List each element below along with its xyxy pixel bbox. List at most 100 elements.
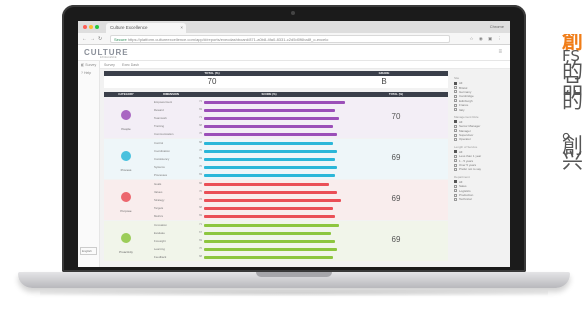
laptop-screen: Culture Excellence × Chrome ← → ↻ Secure… — [78, 21, 510, 267]
minimize-window-icon[interactable] — [89, 25, 93, 29]
score-row: 68 — [194, 122, 344, 130]
filter-checkbox[interactable] — [454, 137, 457, 141]
score-value: 70 — [199, 165, 202, 168]
score-bar — [204, 206, 334, 210]
score-bar — [204, 116, 339, 120]
dimension-label: Empowerment — [154, 100, 173, 104]
category-total-value: 70 — [391, 112, 401, 121]
filter-option-label: Germany — [459, 89, 472, 94]
browser-tab[interactable]: Culture Excellence × — [106, 23, 186, 33]
url-input[interactable]: Secure https://platform.cultureexcellenc… — [110, 35, 450, 43]
filter-checkbox[interactable] — [454, 124, 457, 128]
filter-option-label: Edinburgh — [459, 98, 473, 103]
score-bar — [204, 255, 334, 259]
score-bar — [204, 182, 330, 186]
filter-checkbox[interactable] — [454, 90, 457, 94]
score-bars: 68 70 69 70 69 — [194, 139, 344, 179]
score-value: 70 — [199, 190, 202, 193]
filter-option-label: All — [459, 119, 463, 124]
filter-checkbox[interactable] — [454, 159, 457, 163]
filter-checkbox[interactable] — [454, 120, 457, 124]
filter-checkbox[interactable] — [454, 129, 457, 133]
filter-checkbox[interactable] — [454, 81, 457, 85]
score-row: 69 — [194, 106, 344, 114]
extension-icons[interactable]: ☆ ◉ ▣ ⋮ — [470, 36, 504, 42]
col-dimension: DIMENSION — [163, 92, 179, 96]
filter-checkbox[interactable] — [454, 180, 457, 184]
filter-checkbox[interactable] — [454, 133, 457, 137]
score-row: 70 — [194, 163, 344, 171]
category-name: Purpose — [120, 209, 132, 213]
reload-icon[interactable]: ↻ — [98, 36, 102, 42]
filter-option-label: 1 - 5 years — [459, 158, 474, 163]
dimension-list: Goals Values Strategy Targets Metrics — [148, 180, 194, 220]
tab-close-icon[interactable]: × — [180, 25, 183, 30]
score-value: 67 — [199, 231, 202, 234]
filter-option-label: Less than 1 year — [459, 154, 482, 159]
filter-checkbox[interactable] — [454, 163, 457, 167]
category-list: People Empowerment Reward Teamwork Training C… — [104, 98, 448, 261]
score-bars: 74 69 71 68 70 — [194, 98, 345, 138]
filter-checkbox[interactable] — [454, 154, 457, 158]
score-bar — [204, 198, 341, 202]
score-bar — [204, 223, 339, 227]
filter-checkbox[interactable] — [454, 167, 457, 171]
language-select[interactable]: English — [80, 247, 97, 255]
filter-option[interactable]: Italy — [454, 107, 506, 112]
close-window-icon[interactable] — [83, 25, 87, 29]
score-value: 69 — [199, 173, 202, 176]
app-header: CULTURE EXCELLENCE ≡ — [78, 45, 510, 61]
score-row: 74 — [194, 98, 345, 106]
score-row: 69 — [194, 171, 344, 179]
filter-checkbox[interactable] — [454, 94, 457, 98]
filter-checkbox[interactable] — [454, 189, 457, 193]
filter-group-title: Department — [454, 174, 470, 179]
filter-checkbox[interactable] — [454, 108, 457, 112]
filter-option-label: Bristol — [459, 85, 468, 90]
laptop-base — [18, 272, 570, 288]
sidebar-item-survey[interactable]: ◧ Survey — [78, 61, 99, 69]
browser-user-label[interactable]: Chrome — [490, 24, 504, 29]
dimension-label: Reward — [154, 108, 164, 112]
score-bars: 66 70 72 68 69 — [194, 180, 344, 220]
help-icon: ? — [81, 71, 83, 75]
category-name: Process — [120, 168, 132, 172]
filter-checkbox[interactable] — [454, 193, 457, 197]
filter-option[interactable]: Prefer not to say — [454, 167, 506, 171]
hamburger-menu-icon[interactable]: ≡ — [498, 49, 502, 55]
side-caption-line: 兴 — [562, 149, 583, 173]
score-bar — [204, 247, 337, 251]
grid-header: CATEGORY DIMENSION SCORE (%) TOTAL (%) — [104, 92, 448, 97]
category-cell: Process — [104, 139, 148, 179]
forward-icon[interactable]: → — [90, 36, 95, 42]
filter-checkbox[interactable] — [454, 150, 457, 154]
filter-group-title: Management Role — [454, 114, 479, 119]
tab-exec-dash[interactable]: Exec Dash — [122, 63, 139, 67]
filter-option[interactable]: Technical — [454, 197, 506, 201]
filter-checkbox[interactable] — [454, 86, 457, 90]
score-row: 67 — [194, 229, 344, 237]
score-bars: 71 67 69 70 68 — [194, 221, 344, 261]
sidebar-item-help[interactable]: ? Help — [78, 69, 99, 77]
filter-group-title: Site — [454, 76, 460, 80]
maximize-window-icon[interactable] — [95, 25, 99, 29]
score-row: 71 — [194, 114, 344, 122]
category-row: Proactivity Innovation Evaluate Foresight Le… — [104, 221, 448, 261]
col-total: TOTAL (%) — [388, 92, 404, 96]
filter-checkbox[interactable] — [454, 103, 457, 107]
filter-option[interactable]: Operator — [454, 137, 506, 141]
filter-checkbox[interactable] — [454, 197, 457, 201]
score-bar — [204, 173, 336, 177]
sub-tab-bar: Survey Exec Dash — [100, 61, 510, 69]
filter-checkbox[interactable] — [454, 99, 457, 103]
score-row: 66 — [194, 180, 344, 188]
dimension-label: Strategy — [154, 198, 165, 202]
filter-checkbox[interactable] — [454, 184, 457, 188]
back-icon[interactable]: ← — [82, 36, 87, 42]
tab-survey[interactable]: Survey — [104, 63, 115, 67]
score-row: 70 — [194, 147, 344, 155]
category-name: People — [121, 127, 131, 131]
category-cell: Purpose — [104, 180, 148, 220]
filter-option-label: Over 5 years — [459, 163, 477, 168]
category-total-cell: 69 — [344, 180, 448, 220]
